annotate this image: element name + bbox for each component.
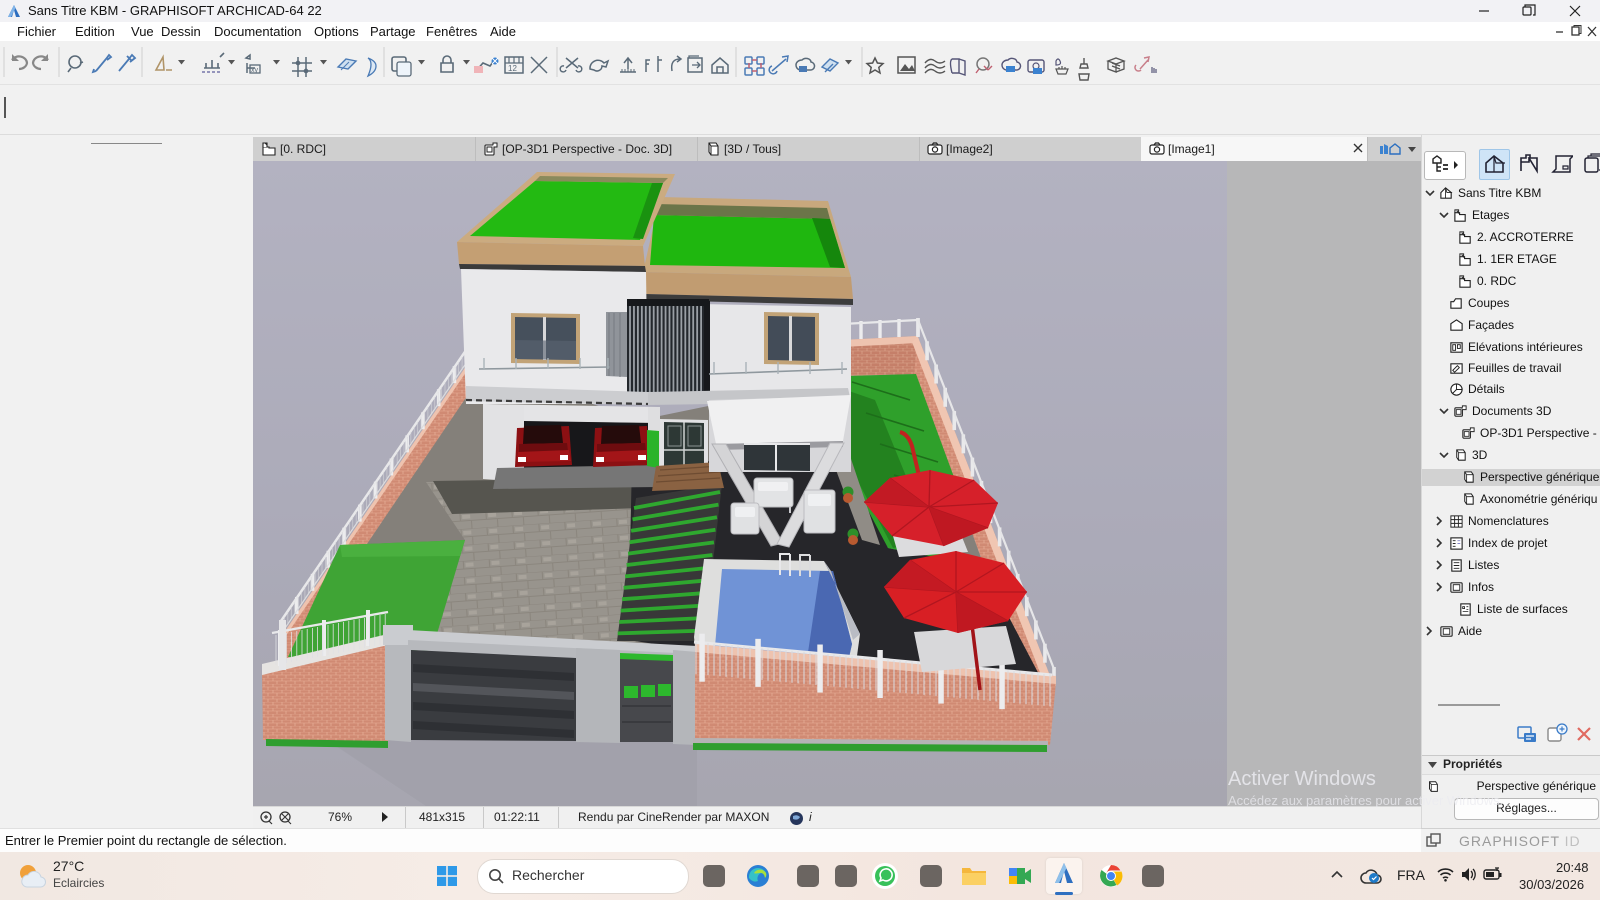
svg-text:xy: xy — [251, 67, 259, 74]
svg-text:12: 12 — [508, 64, 517, 73]
